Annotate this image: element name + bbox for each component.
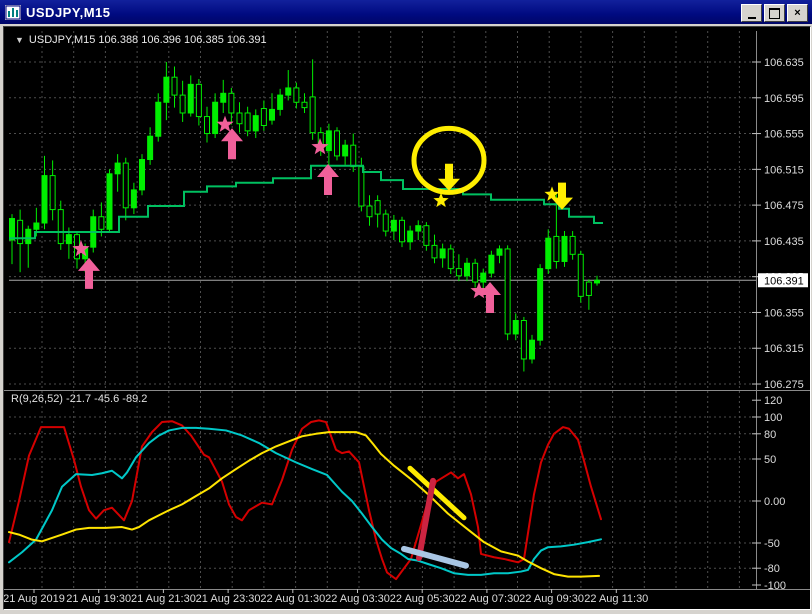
dropdown-arrow-icon[interactable]: ▼ xyxy=(15,35,24,45)
maximize-button[interactable] xyxy=(764,4,785,22)
time-axis-label: 21 Aug 2019 xyxy=(4,593,65,605)
drawn-annotations[interactable] xyxy=(401,465,469,569)
price-axis[interactable]: 106.635 106.595 106.555 106.515 106.475 106.4… xyxy=(752,57,804,391)
grid-horizontal-upper xyxy=(9,61,756,385)
indicator-label: R(9,26,52) -21.7 -45.6 -89.2 xyxy=(11,393,148,405)
price-axis-label: 106.475 xyxy=(764,200,804,212)
mt4-chart-window: USDJPY,M15 × ▼ USDJPY,M15 106.388 106.396… xyxy=(0,0,812,614)
panel-separators xyxy=(4,31,810,590)
chart-area[interactable]: ▼ USDJPY,M15 106.388 106.396 106.385 106.… xyxy=(3,26,811,610)
time-axis-label: 21 Aug 23:30 xyxy=(196,593,261,605)
time-axis-label: 22 Aug 09:30 xyxy=(519,593,584,605)
time-axis-label: 22 Aug 01:30 xyxy=(260,593,325,605)
indicator-axis-label: 50 xyxy=(764,454,776,466)
current-price-value: 106.391 xyxy=(764,275,804,287)
oscillator-series xyxy=(8,419,602,581)
time-axis-label: 21 Aug 21:30 xyxy=(131,593,196,605)
candlestick-series xyxy=(9,59,600,372)
time-axis-label: 22 Aug 03:30 xyxy=(325,593,390,605)
oscillator-line-slow xyxy=(8,431,600,578)
time-axis-label: 22 Aug 07:30 xyxy=(454,593,519,605)
quote-text: USDJPY,M15 106.388 106.396 106.385 106.3… xyxy=(28,34,267,46)
ma-step-line xyxy=(9,164,603,240)
window-title: USDJPY,M15 xyxy=(26,4,111,20)
indicator-axis-label: 80 xyxy=(764,429,776,441)
yellow-down-arrow-marker[interactable] xyxy=(438,163,460,191)
price-axis-label: 106.555 xyxy=(764,129,804,141)
price-axis-label: 106.435 xyxy=(764,236,804,248)
oscillator-line-fast xyxy=(8,419,602,581)
price-axis-label: 106.275 xyxy=(764,379,804,391)
blue-trend-segment[interactable] xyxy=(401,545,469,569)
close-button[interactable]: × xyxy=(787,4,808,22)
time-axis-label: 22 Aug 05:30 xyxy=(390,593,455,605)
pink-up-arrow-marker[interactable] xyxy=(221,128,243,160)
time-axis-label: 22 Aug 11:30 xyxy=(584,593,648,605)
pink-up-arrow-marker[interactable] xyxy=(78,257,100,289)
time-axis[interactable]: 21 Aug 2019 21 Aug 19:30 21 Aug 21:30 21 Au… xyxy=(3,589,648,605)
indicator-axis-label: -80 xyxy=(764,563,780,575)
indicator-axis-label: -100 xyxy=(764,580,786,592)
minimize-button[interactable] xyxy=(741,4,762,22)
indicator-axis-label: 0.00 xyxy=(764,496,785,508)
indicator-axis-label: -50 xyxy=(764,538,780,550)
price-axis-label: 106.635 xyxy=(764,57,804,69)
indicator-axis-label: 100 xyxy=(764,412,782,424)
time-axis-label: 21 Aug 19:30 xyxy=(66,593,131,605)
minimize-icon xyxy=(747,16,756,19)
title-bar[interactable]: USDJPY,M15 × xyxy=(0,0,812,24)
price-axis-label: 106.355 xyxy=(764,307,804,319)
price-axis-label: 106.515 xyxy=(764,164,804,176)
price-axis-label: 106.595 xyxy=(764,93,804,105)
current-price-tag: 106.391 xyxy=(758,273,808,288)
grid-vertical xyxy=(41,31,740,589)
quote-info-line: ▼ USDJPY,M15 106.388 106.396 106.385 106.… xyxy=(15,34,267,46)
chart-plot[interactable]: 106.635 106.595 106.555 106.515 106.475 106.4… xyxy=(3,27,810,609)
price-axis-label: 106.315 xyxy=(764,343,804,355)
pink-up-arrow-marker[interactable] xyxy=(479,282,501,314)
indicator-axis[interactable]: 120 100 80 50 0.00 -50 -80 -100 xyxy=(752,395,786,592)
pink-up-arrow-marker[interactable] xyxy=(317,163,339,195)
indicator-axis-label: 120 xyxy=(764,395,782,407)
chart-app-icon[interactable] xyxy=(5,4,21,20)
maximize-icon xyxy=(769,7,780,19)
